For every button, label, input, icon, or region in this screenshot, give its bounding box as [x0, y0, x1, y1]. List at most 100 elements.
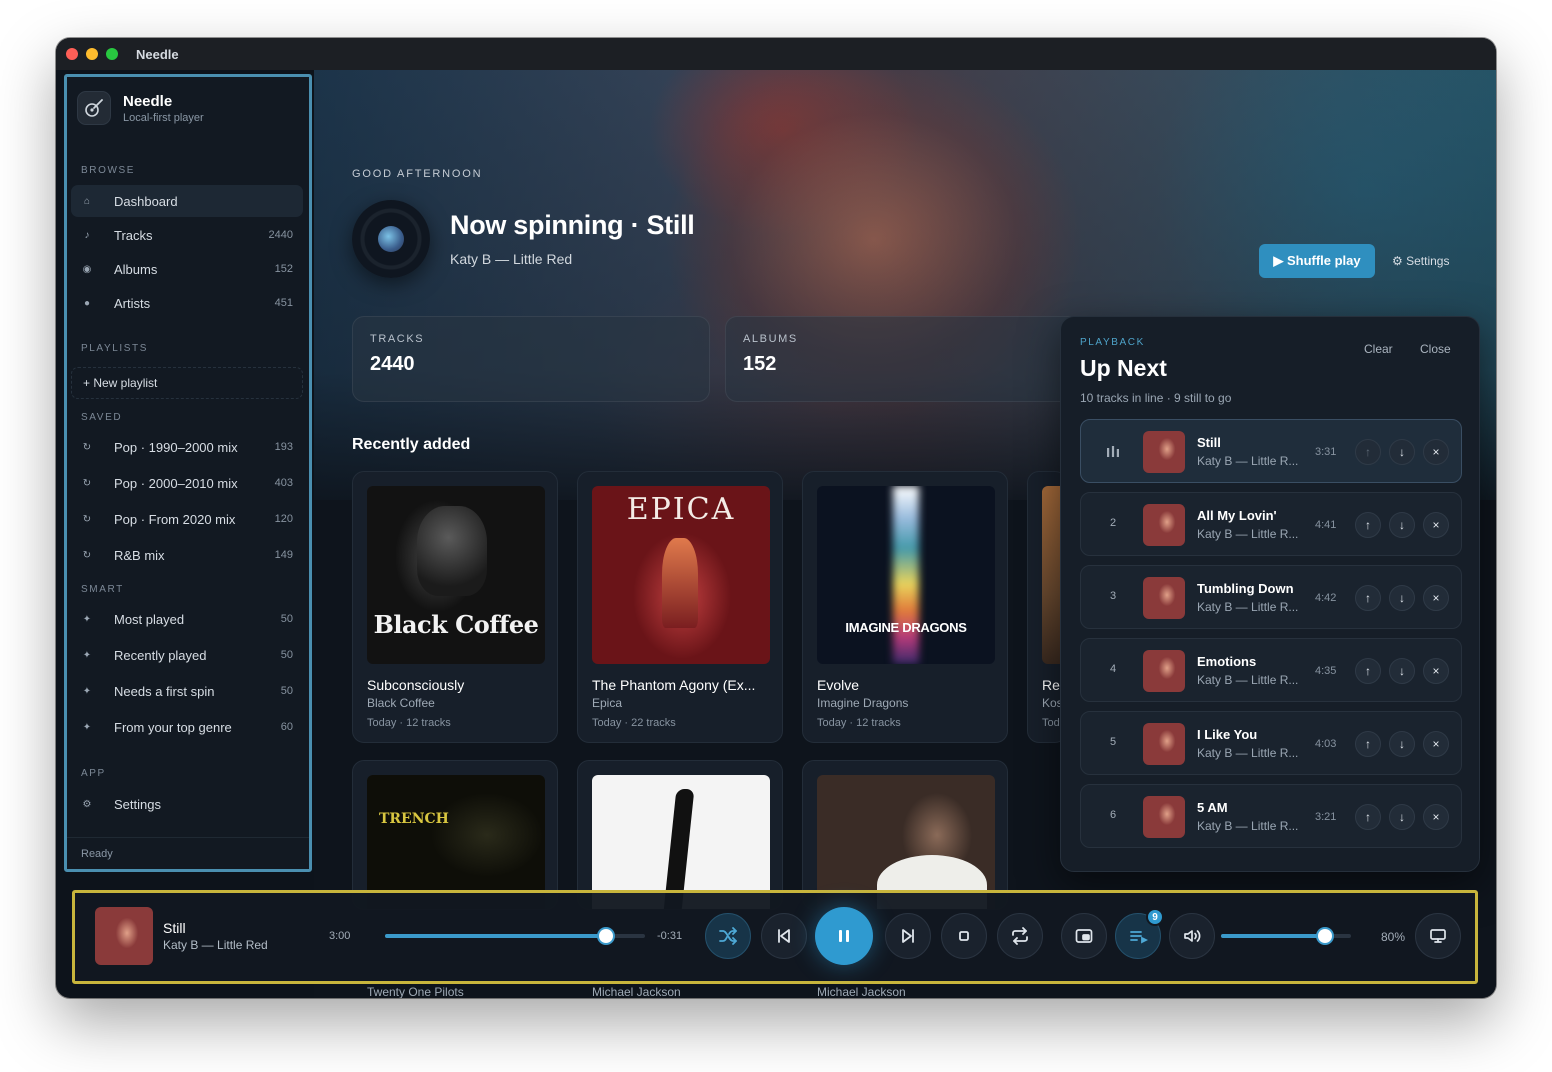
sidebar-item-saved-mix[interactable]: ↻ Pop · 1990–2000 mix 193 [71, 431, 303, 463]
refresh-icon: ↻ [82, 549, 92, 561]
album-title: The Phantom Agony (Ex... [592, 677, 756, 693]
queue-item-title: Tumbling Down [1197, 581, 1294, 596]
next-track-button[interactable] [885, 913, 931, 959]
sidebar-item-smart[interactable]: ✦ Needs a first spin 50 [71, 675, 303, 707]
miniplayer-button[interactable] [1061, 913, 1107, 959]
close-icon: × [1432, 664, 1440, 678]
shuffle-play-button[interactable]: ▶ Shuffle play [1259, 244, 1375, 278]
output-device-button[interactable] [1415, 913, 1461, 959]
queue-item-number: 2 [1109, 517, 1117, 529]
sidebar-item-smart[interactable]: ✦ Most played 50 [71, 603, 303, 635]
gear-icon: ⚙ [82, 798, 92, 810]
queue-item[interactable]: Still Katy B — Little R... 3:31 ↑ ↓ × [1080, 419, 1462, 483]
queue-item[interactable]: 5 I Like You Katy B — Little R... 4:03 ↑ ↓ × [1080, 711, 1462, 775]
user-icon: ● [83, 297, 91, 309]
sidebar-item-count: 60 [280, 721, 293, 733]
remove-from-queue-button[interactable]: × [1423, 804, 1449, 830]
pause-icon [839, 930, 849, 942]
shuffle-icon [719, 927, 737, 945]
sidebar-item-dashboard[interactable]: ⌂ Dashboard [71, 185, 303, 217]
volume-slider[interactable] [1221, 929, 1351, 943]
stop-button[interactable] [941, 913, 987, 959]
album-card[interactable]: IMAGINE DRAGONS Evolve Imagine Dragons T… [802, 471, 1008, 743]
new-playlist-button[interactable]: + New playlist [71, 367, 303, 399]
minimize-window-button[interactable] [86, 48, 98, 60]
sidebar-item-label: Pop · 2000–2010 mix [114, 475, 238, 491]
queue-item-art [1143, 796, 1185, 838]
sidebar-item-smart[interactable]: ✦ From your top genre 60 [71, 711, 303, 743]
album-card[interactable]: Black Coffee Subconsciously Black Coffee… [352, 471, 558, 743]
queue-item[interactable]: 4 Emotions Katy B — Little R... 4:35 ↑ ↓ × [1080, 638, 1462, 702]
move-down-button[interactable]: ↓ [1389, 585, 1415, 611]
album-meta: Tod [1042, 717, 1060, 729]
sparkle-icon: ✦ [82, 721, 92, 733]
queue-item-title: Emotions [1197, 654, 1257, 669]
album-artist: Epica [592, 696, 623, 710]
queue-item-artist: Katy B — Little R... [1197, 454, 1299, 468]
close-queue-button[interactable]: Close [1420, 342, 1451, 356]
move-up-button[interactable]: ↑ [1355, 512, 1381, 538]
sidebar-item-count: 149 [274, 549, 293, 561]
sidebar-item-saved-mix[interactable]: ↻ Pop · From 2020 mix 120 [71, 503, 303, 535]
pause-button[interactable] [815, 907, 873, 965]
sidebar-item-label: Recently played [114, 647, 207, 663]
album-card[interactable]: EPICA The Phantom Agony (Ex... Epica Tod… [577, 471, 783, 743]
move-down-button[interactable]: ↓ [1389, 658, 1415, 684]
sidebar-item-albums[interactable]: ◉ Albums 152 [71, 253, 303, 285]
move-up-button[interactable]: ↑ [1355, 585, 1381, 611]
queue-count-badge: 9 [1146, 908, 1164, 926]
queue-button[interactable]: 9 [1115, 908, 1164, 959]
album-card[interactable] [802, 760, 1008, 910]
queue-item-duration: 4:03 [1315, 738, 1337, 750]
sidebar-item-tracks[interactable]: ♪ Tracks 2440 [71, 219, 303, 251]
close-window-button[interactable] [66, 48, 78, 60]
sidebar-item-smart[interactable]: ✦ Recently played 50 [71, 639, 303, 671]
move-down-button[interactable]: ↓ [1389, 731, 1415, 757]
queue-item-art [1143, 431, 1185, 473]
move-up-button[interactable]: ↑ [1355, 658, 1381, 684]
zoom-window-button[interactable] [106, 48, 118, 60]
queue-item-title: I Like You [1197, 727, 1258, 742]
move-down-button[interactable]: ↓ [1389, 804, 1415, 830]
stat-value: 152 [743, 353, 777, 375]
queue-item[interactable]: 6 5 AM Katy B — Little R... 3:21 ↑ ↓ × [1080, 784, 1462, 848]
move-up-button[interactable]: ↑ [1355, 439, 1381, 465]
remove-from-queue-button[interactable]: × [1423, 439, 1449, 465]
remove-from-queue-button[interactable]: × [1423, 658, 1449, 684]
move-up-button[interactable]: ↑ [1355, 731, 1381, 757]
sidebar-item-saved-mix[interactable]: ↻ Pop · 2000–2010 mix 403 [71, 467, 303, 499]
shuffle-button[interactable] [705, 913, 751, 959]
clear-queue-button[interactable]: Clear [1364, 342, 1393, 356]
move-down-button[interactable]: ↓ [1389, 439, 1415, 465]
queue-item-title: Still [1197, 435, 1221, 450]
mute-button[interactable] [1169, 913, 1215, 959]
seek-handle[interactable] [599, 929, 613, 943]
album-card[interactable] [577, 760, 783, 910]
previous-track-button[interactable] [761, 913, 807, 959]
refresh-icon: ↻ [82, 441, 92, 453]
now-playing-artist: Katy B — Little Red [163, 938, 268, 952]
recently-added-title: Recently added [352, 436, 471, 453]
remove-from-queue-button[interactable]: × [1423, 731, 1449, 757]
repeat-button[interactable] [997, 913, 1043, 959]
sidebar-item-settings[interactable]: ⚙ Settings [71, 788, 303, 820]
remove-from-queue-button[interactable]: × [1423, 512, 1449, 538]
sidebar-item-artists[interactable]: ● Artists 451 [71, 287, 303, 319]
volume-handle[interactable] [1318, 929, 1332, 943]
queue-item[interactable]: 2 All My Lovin' Katy B — Little R... 4:41 ↑ ↓… [1080, 492, 1462, 556]
sparkle-icon: ✦ [82, 613, 92, 625]
sidebar-item-label: Settings [114, 796, 161, 812]
seek-bar[interactable] [385, 929, 645, 943]
home-icon: ⌂ [83, 195, 91, 207]
album-card[interactable]: TRENCH [352, 760, 558, 910]
settings-link[interactable]: ⚙ Settings [1392, 254, 1449, 268]
queue-item-title: 5 AM [1197, 800, 1228, 815]
arrow-up-icon: ↑ [1365, 518, 1371, 532]
move-down-button[interactable]: ↓ [1389, 512, 1415, 538]
sidebar-item-saved-mix[interactable]: ↻ R&B mix 149 [71, 539, 303, 571]
album-meta: Today · 12 tracks [367, 717, 451, 729]
move-up-button[interactable]: ↑ [1355, 804, 1381, 830]
queue-item[interactable]: 3 Tumbling Down Katy B — Little R... 4:42 ↑ ↓… [1080, 565, 1462, 629]
remove-from-queue-button[interactable]: × [1423, 585, 1449, 611]
sidebar-item-label: R&B mix [114, 547, 165, 563]
